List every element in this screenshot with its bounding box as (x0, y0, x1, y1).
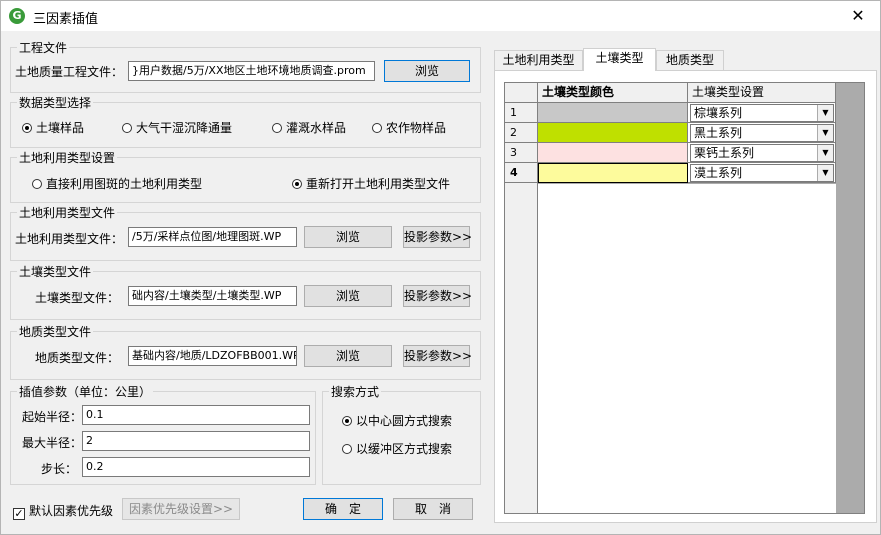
start-radius-label: 起始半径： (22, 410, 83, 424)
geology-file-label: 地质类型文件： (35, 351, 120, 365)
search-radio-center-circle[interactable]: 以中心圆方式搜索 (342, 412, 452, 429)
soil-setting-dropdown[interactable]: 漠土系列 ▼ (690, 164, 834, 182)
geology-projection-button[interactable]: 投影参数>> (403, 345, 472, 367)
step-label: 步长： (41, 462, 78, 476)
cancel-button[interactable]: 取 消 (393, 498, 473, 520)
data-type-radio-irrigation[interactable]: 灌溉水样品 (272, 119, 346, 136)
chevron-down-icon[interactable]: ▼ (817, 165, 833, 181)
search-mode-legend: 搜索方式 (331, 385, 380, 399)
data-type-radio-crop[interactable]: 农作物样品 (372, 119, 446, 136)
dialog-window: G 三因素插值 ✕ 工程文件 土地质量工程文件： }用户数据/5万/XX地区土地… (0, 0, 881, 535)
close-icon[interactable]: ✕ (836, 1, 880, 31)
landuse-file-legend: 土地利用类型文件 (19, 206, 116, 220)
radio-dot (342, 416, 352, 426)
chevron-down-icon[interactable]: ▼ (817, 125, 833, 141)
radio-dot (342, 444, 352, 454)
grid-col-setting: 土壤类型设置 (688, 83, 836, 103)
checkbox-box: ✓ (13, 507, 25, 520)
max-radius-input[interactable]: 2 (82, 431, 310, 451)
project-file-legend: 工程文件 (19, 41, 68, 55)
project-browse-button[interactable]: 浏览 (384, 60, 470, 82)
default-priority-label: 默认因素优先级 (29, 504, 114, 518)
geology-browse-button[interactable]: 浏览 (304, 345, 392, 367)
project-file-input[interactable]: }用户数据/5万/XX地区土地环境地质调查.prom (128, 61, 375, 81)
landuse-browse-button[interactable]: 浏览 (304, 226, 392, 248)
radio-dot (372, 123, 382, 133)
landuse-setting-legend: 土地利用类型设置 (19, 151, 116, 165)
grid-color-cell[interactable] (538, 103, 688, 123)
data-type-radio-soil[interactable]: 土壤样品 (22, 119, 84, 136)
data-type-radio-atmosphere[interactable]: 大气干湿沉降通量 (122, 119, 232, 136)
soil-setting-dropdown[interactable]: 棕壤系列 ▼ (690, 104, 834, 122)
grid-row-header: 2 (505, 123, 538, 143)
priority-settings-button[interactable]: 因素优先级设置>> (122, 498, 240, 520)
app-icon: G (9, 8, 25, 24)
grid-row-header-empty (505, 183, 538, 513)
soil-setting-dropdown[interactable]: 黑土系列 ▼ (690, 124, 834, 142)
soil-tab-panel: 土壤类型颜色 土壤类型设置 1 棕壤系列 ▼ 2 黑土系列 ▼ 3 栗钙土系列 ▼ 4… (494, 70, 877, 523)
grid-color-cell[interactable] (538, 143, 688, 163)
ok-button[interactable]: 确 定 (303, 498, 383, 520)
window-title: 三因素插值 (33, 12, 99, 27)
start-radius-input[interactable]: 0.1 (82, 405, 310, 425)
landuse-radio-use-patch[interactable]: 直接利用图斑的土地利用类型 (32, 175, 202, 192)
soil-browse-button[interactable]: 浏览 (304, 285, 392, 307)
grid-row-header: 4 (505, 163, 538, 183)
interp-params-legend: 插值参数（单位：公里） (19, 385, 152, 399)
soil-projection-button[interactable]: 投影参数>> (403, 285, 472, 307)
soil-setting-dropdown[interactable]: 栗钙土系列 ▼ (690, 144, 834, 162)
radio-dot (122, 123, 132, 133)
landuse-file-label: 土地利用类型文件： (15, 232, 124, 246)
radio-dot (22, 123, 32, 133)
grid-empty-area (538, 184, 836, 513)
project-file-label: 土地质量工程文件： (15, 65, 124, 79)
grid-color-cell[interactable] (538, 123, 688, 143)
grid-color-cell[interactable] (538, 163, 688, 183)
search-mode-group: 搜索方式 (322, 383, 481, 485)
soil-file-legend: 土壤类型文件 (19, 265, 92, 279)
chevron-down-icon[interactable]: ▼ (817, 145, 833, 161)
radio-dot (32, 179, 42, 189)
geology-file-input[interactable]: 基础内容/地质/LDZOFBB001.WP (128, 346, 297, 366)
soil-file-label: 土壤类型文件： (35, 291, 120, 305)
radio-dot (292, 179, 302, 189)
chevron-down-icon[interactable]: ▼ (817, 105, 833, 121)
grid-col-color: 土壤类型颜色 (538, 83, 688, 103)
title-bar[interactable]: G 三因素插值 ✕ (1, 1, 880, 31)
landuse-projection-button[interactable]: 投影参数>> (403, 226, 472, 248)
grid-row-header: 1 (505, 103, 538, 123)
tab-soil[interactable]: 土壤类型 (583, 48, 656, 71)
search-radio-buffer[interactable]: 以缓冲区方式搜索 (342, 440, 452, 457)
soil-file-input[interactable]: 础内容/土壤类型/土壤类型.WP (128, 286, 297, 306)
grid-row-header: 3 (505, 143, 538, 163)
step-input[interactable]: 0.2 (82, 457, 310, 477)
default-priority-checkbox[interactable]: ✓ 默认因素优先级 (13, 502, 113, 520)
landuse-radio-reopen-file[interactable]: 重新打开土地利用类型文件 (292, 175, 450, 192)
tab-geology[interactable]: 地质类型 (656, 50, 724, 70)
landuse-file-input[interactable]: /5万/采样点位图/地理图斑.WP (128, 227, 297, 247)
soil-type-grid: 土壤类型颜色 土壤类型设置 1 棕壤系列 ▼ 2 黑土系列 ▼ 3 栗钙土系列 ▼ 4… (504, 82, 865, 514)
radio-dot (272, 123, 282, 133)
geology-file-legend: 地质类型文件 (19, 325, 92, 339)
max-radius-label: 最大半径： (22, 436, 83, 450)
tab-landuse[interactable]: 土地利用类型 (494, 50, 583, 70)
grid-corner (505, 83, 538, 103)
data-type-legend: 数据类型选择 (19, 96, 92, 110)
